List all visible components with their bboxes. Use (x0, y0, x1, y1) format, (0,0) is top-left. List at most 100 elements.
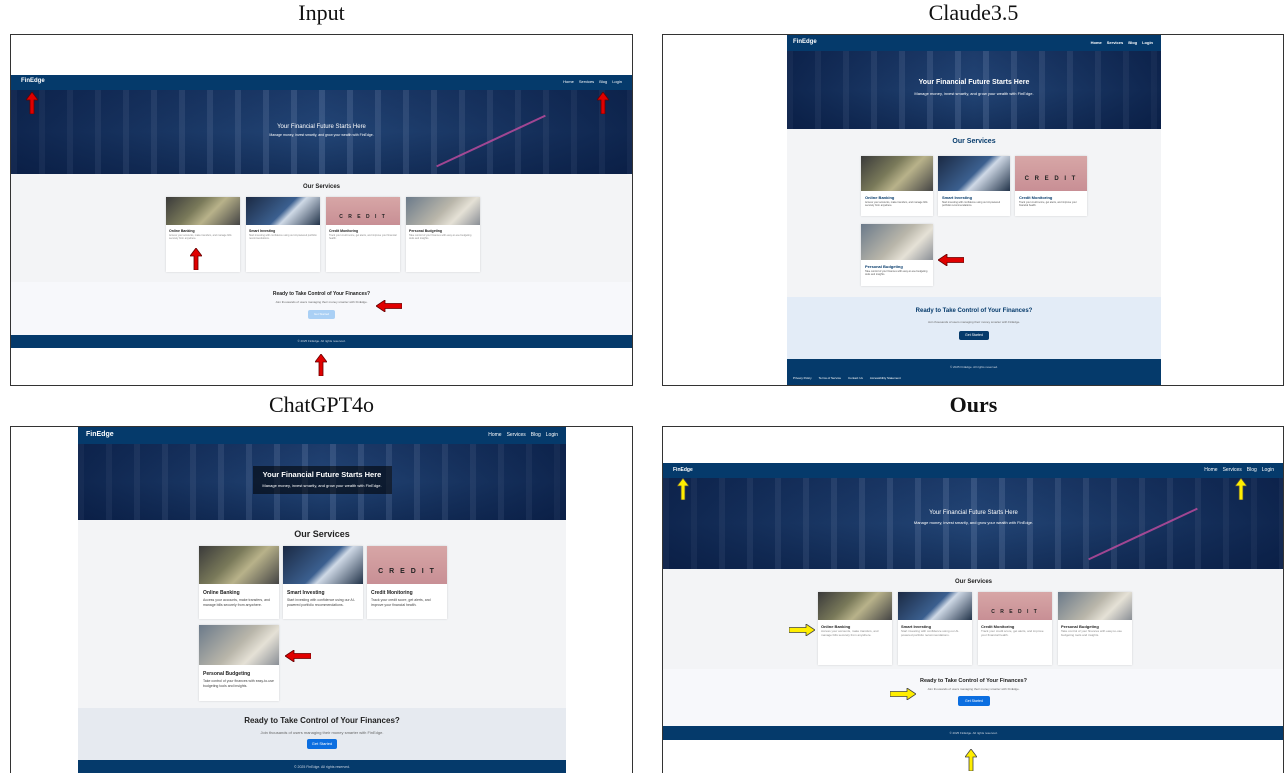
service-title: Smart Investing (249, 229, 276, 233)
service-card[interactable]: C R E D I T Credit Monitoring Track your… (326, 197, 400, 272)
footer: © 2025 FinEdge. All rights reserved. (663, 726, 1283, 740)
service-title: Online Banking (865, 195, 895, 200)
footer: © 2025 FinEdge. All rights reserved. Pri… (787, 359, 1161, 385)
service-card[interactable]: Smart Investing Start investing with con… (898, 592, 972, 665)
service-desc: Track your credit score, get alerts, and… (1019, 201, 1077, 208)
nav-links: Home Services Blog Login (1091, 40, 1153, 45)
footer-link-terms[interactable]: Terms of Service (819, 376, 841, 380)
service-image (898, 592, 972, 620)
service-image: C R E D I T (326, 197, 400, 225)
nav-link-home[interactable]: Home (563, 79, 574, 84)
footer-link-accessibility[interactable]: Accessibility Statement (870, 376, 901, 380)
nav-link-blog[interactable]: Blog (599, 79, 607, 84)
footer-link-privacy[interactable]: Privacy Policy (793, 376, 812, 380)
panel-caption: Claude3.5 (928, 0, 1019, 25)
service-card[interactable]: Personal Budgeting Take control of your … (861, 224, 933, 286)
service-card[interactable]: Online Banking Access your accounts, mak… (818, 592, 892, 665)
service-image (861, 156, 933, 191)
nav-link-login[interactable]: Login (1262, 467, 1274, 473)
nav-link-login[interactable]: Login (546, 432, 558, 438)
nav-link-home[interactable]: Home (488, 432, 501, 438)
nav-link-services[interactable]: Services (507, 432, 526, 438)
service-desc: Take control of your finances with easy-… (203, 679, 275, 688)
service-card[interactable]: Personal Budgeting Take control of your … (406, 197, 480, 272)
arrow-right-icon (890, 688, 916, 700)
services-section: Our Services Online Banking Access your … (787, 129, 1161, 297)
service-card[interactable]: Smart Investing Start investing with con… (283, 546, 363, 619)
brand-logo[interactable]: FinEdge (793, 39, 817, 45)
service-title: Credit Monitoring (1019, 195, 1053, 200)
cta-section: Ready to Take Control of Your Finances? … (663, 669, 1283, 726)
service-title: Personal Budgeting (865, 264, 903, 269)
service-desc: Start investing with confidence using ou… (249, 234, 317, 241)
service-card[interactable]: C R E D I T Credit Monitoring Track your… (978, 592, 1052, 665)
nav-link-services[interactable]: Services (579, 79, 594, 84)
panel-frame: FinEdge Home Services Blog Login Your Fi… (662, 426, 1284, 773)
panel-caption: Input (298, 0, 345, 25)
service-desc: Access your accounts, make transfers, an… (865, 201, 928, 208)
arrow-up-icon (677, 478, 689, 500)
nav-link-services[interactable]: Services (1107, 40, 1123, 45)
nav-link-home[interactable]: Home (1204, 467, 1217, 473)
service-card[interactable]: Online Banking Access your accounts, mak… (166, 197, 240, 272)
credit-word: C R E D I T (339, 214, 387, 220)
nav-links: Home Services Blog Login (1204, 467, 1274, 473)
get-started-button[interactable]: Get Started (307, 739, 337, 749)
service-title: Credit Monitoring (371, 590, 413, 596)
credit-word: C R E D I T (1024, 176, 1078, 182)
service-title: Credit Monitoring (329, 229, 359, 233)
footer: © 2025 FinEdge. All rights reserved. (78, 760, 566, 773)
service-image: C R E D I T (978, 592, 1052, 620)
nav-link-home[interactable]: Home (1091, 40, 1102, 45)
service-title: Online Banking (169, 229, 195, 233)
service-desc: Access your accounts, make transfers, an… (821, 629, 879, 637)
service-card[interactable]: Online Banking Access your accounts, mak… (861, 156, 933, 216)
hero-banner: Your Financial Future Starts Here Manage… (78, 444, 566, 520)
hero-subtitle: Manage money, invest smartly, and grow y… (269, 133, 374, 137)
service-card[interactable]: Online Banking Access your accounts, mak… (199, 546, 279, 619)
brand-logo[interactable]: FinEdge (21, 78, 45, 84)
nav-link-blog[interactable]: Blog (1247, 467, 1257, 473)
arrow-left-icon (938, 254, 964, 266)
nav-link-blog[interactable]: Blog (1128, 40, 1137, 45)
services-title: Our Services (952, 138, 996, 145)
services-section: Our Services Online Banking Access your … (78, 520, 566, 708)
services-title: Our Services (302, 184, 341, 190)
service-card[interactable]: C R E D I T Credit Monitoring Track your… (367, 546, 447, 619)
service-card[interactable]: Personal Budgeting Take control of your … (199, 625, 279, 701)
service-image (166, 197, 240, 225)
get-started-button[interactable]: Get Started (958, 696, 990, 706)
service-image (818, 592, 892, 620)
service-desc: Start investing with confidence using ou… (942, 201, 1001, 208)
panel-chatgpt: ChatGPT4o FinEdge Home Services Blog Log… (10, 392, 633, 773)
services-title: Our Services (954, 579, 993, 585)
panel-frame: FinEdge Home Services Blog Login Your Fi… (10, 34, 633, 386)
get-started-button[interactable]: Get Started (308, 310, 335, 319)
brand-logo[interactable]: FinEdge (86, 431, 114, 438)
nav-link-services[interactable]: Services (1223, 467, 1242, 473)
arrow-up-icon (597, 92, 609, 114)
service-card[interactable]: Smart Investing Start investing with con… (246, 197, 320, 272)
credit-word: C R E D I T (991, 609, 1039, 615)
service-card[interactable]: Personal Budgeting Take control of your … (1058, 592, 1132, 665)
arrow-up-icon (315, 354, 327, 376)
panel-claude: Claude3.5 FinEdge Home Services Blog Log… (662, 0, 1285, 388)
footer-link-contact[interactable]: Contact Us (848, 376, 863, 380)
cta-subtitle: Join thousands of users managing their m… (260, 730, 384, 735)
services-section: Our Services Online Banking Access your … (663, 569, 1283, 669)
nav-link-blog[interactable]: Blog (531, 432, 541, 438)
service-card[interactable]: C R E D I T Credit Monitoring Track your… (1015, 156, 1087, 216)
nav-link-login[interactable]: Login (612, 79, 622, 84)
navbar: FinEdge Home Services Blog Login (663, 463, 1283, 478)
site-render: FinEdge Home Services Blog Login Your Fi… (663, 463, 1283, 740)
service-card[interactable]: Smart Investing Start investing with con… (938, 156, 1010, 216)
brand-logo[interactable]: FinEdge (673, 467, 693, 473)
cta-section: Ready to Take Control of Your Finances? … (11, 282, 632, 335)
nav-link-login[interactable]: Login (1142, 40, 1153, 45)
cta-title: Ready to Take Control of Your Finances? (272, 291, 371, 297)
cta-title: Ready to Take Control of Your Finances? (244, 716, 400, 725)
service-title: Personal Budgeting (409, 229, 443, 233)
service-image: C R E D I T (1015, 156, 1087, 191)
nav-links: Home Services Blog Login (563, 79, 622, 84)
get-started-button[interactable]: Get Started (959, 331, 989, 340)
